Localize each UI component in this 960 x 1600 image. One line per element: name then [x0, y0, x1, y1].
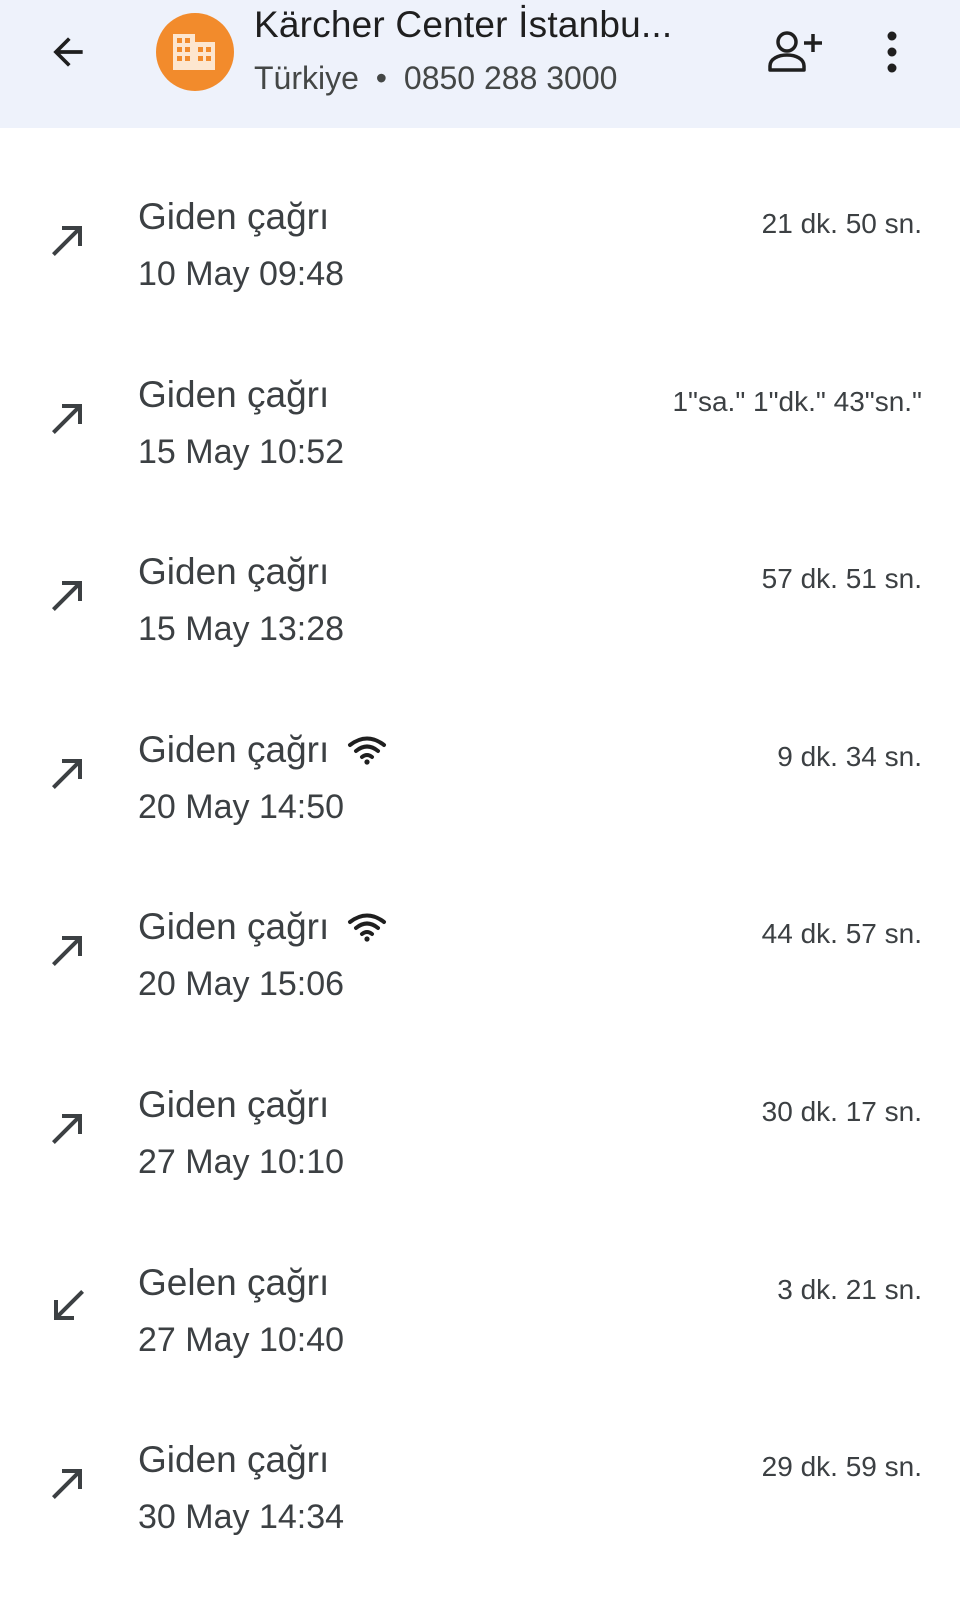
call-datetime: 20 May 14:50 [138, 787, 345, 826]
app-bar: Kärcher Center İstanbu... Türkiye • 0850… [0, 0, 960, 128]
call-duration: 44 dk. 57 sn. [761, 918, 922, 950]
call-duration: 57 dk. 51 sn. [761, 563, 922, 595]
call-type-label: Giden çağrı [138, 1439, 330, 1481]
more-vert-icon [887, 31, 897, 73]
call-type: Gelen çağrı [138, 1262, 329, 1304]
call-log-item[interactable]: Giden çağrı 15 May 10:52 1"sa." 1"dk." 43"… [0, 306, 960, 484]
call-log-item[interactable]: Giden çağrı 20 May 14:50 9 dk. 34 sn. [0, 661, 960, 839]
call-type-label: Giden çağrı [138, 906, 330, 948]
call-type-label: Gelen çağrı [138, 1261, 330, 1303]
contact-phone: 0850 288 3000 [403, 60, 618, 96]
call-made-icon [52, 758, 82, 789]
call-duration: 21 dk. 50 sn. [761, 208, 922, 239]
subtitle-separator: • [375, 60, 387, 96]
call-type-label: Giden çağrı [138, 373, 330, 415]
call-type: Giden çağrı [138, 729, 387, 771]
call-datetime: 27 May 10:40 [138, 1320, 345, 1359]
call-made-icon [52, 1114, 82, 1144]
call-type-label: Giden çağrı [138, 196, 330, 237]
call-made-icon [52, 936, 82, 967]
call-log-item[interactable]: Giden çağrı 15 May 13:28 57 dk. 51 sn. [0, 483, 960, 661]
call-type: Giden çağrı [138, 1084, 329, 1126]
call-duration: 3 dk. 21 sn. [777, 1273, 922, 1305]
back-button[interactable] [40, 28, 96, 76]
call-log-item[interactable]: Giden çağrı 30 May 14:34 29 dk. 59 sn. [0, 1371, 960, 1549]
call-type-label: Giden çağrı [138, 728, 330, 770]
contact-subtitle: Türkiye • 0850 288 3000 [254, 60, 617, 97]
call-duration: 30 dk. 17 sn. [761, 1096, 922, 1127]
contact-name: Kärcher Center İstanbu... [254, 4, 673, 45]
call-datetime: 10 May 09:48 [138, 255, 345, 293]
wifi-calling-icon [348, 736, 387, 765]
call-duration: 1"sa." 1"dk." 43"sn." [672, 385, 922, 417]
call-log-item[interactable]: Giden çağrı 10 May 09:48 21 dk. 50 sn. [0, 128, 960, 306]
call-type-label: Giden çağrı [138, 1084, 330, 1125]
call-type: Giden çağrı [138, 551, 329, 593]
call-type: Giden çağrı [138, 906, 387, 948]
call-made-icon [52, 581, 82, 612]
person-add-icon [768, 31, 822, 72]
call-type: Giden çağrı [138, 374, 329, 416]
contact-avatar[interactable] [156, 13, 234, 91]
arrow-back-icon [53, 37, 83, 67]
contact-country: Türkiye [254, 60, 359, 96]
call-type-label: Giden çağrı [138, 551, 330, 593]
call-log-item[interactable]: Gelen çağrı 27 May 10:40 3 dk. 21 sn. [0, 1194, 960, 1372]
building-icon [173, 34, 215, 70]
call-datetime: 15 May 10:52 [138, 432, 345, 471]
call-datetime: 27 May 10:10 [138, 1143, 345, 1181]
wifi-calling-icon [348, 913, 387, 942]
call-made-icon [52, 1469, 82, 1500]
add-contact-button[interactable] [764, 24, 828, 80]
call-made-icon [52, 403, 82, 434]
more-options-button[interactable] [872, 24, 912, 80]
call-type: Giden çağrı [138, 1439, 329, 1481]
call-datetime: 30 May 14:34 [138, 1498, 345, 1537]
call-datetime: 15 May 13:28 [138, 610, 345, 649]
call-type: Giden çağrı [138, 196, 329, 238]
call-duration: 29 dk. 59 sn. [761, 1451, 922, 1483]
call-log-item[interactable]: Giden çağrı 27 May 10:10 30 dk. 17 sn. [0, 1016, 960, 1194]
call-duration: 9 dk. 34 sn. [777, 740, 922, 772]
call-received-icon [54, 1289, 84, 1320]
call-datetime: 20 May 15:06 [138, 965, 345, 1004]
call-log-item[interactable]: Giden çağrı 20 May 15:06 44 dk. 57 sn. [0, 838, 960, 1016]
call-made-icon [52, 226, 82, 256]
